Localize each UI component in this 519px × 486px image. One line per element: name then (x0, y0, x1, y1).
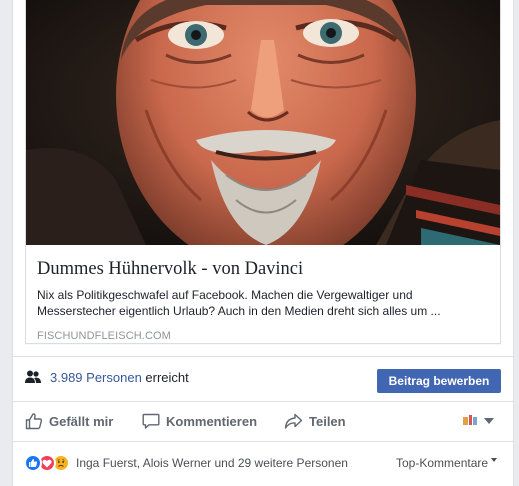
link-preview-image[interactable] (26, 0, 500, 245)
link-preview-card[interactable]: Dummes Hühnervolk - von Davinci Nix als … (25, 0, 501, 344)
like-reaction-icon (24, 454, 42, 472)
divider (13, 401, 513, 402)
link-title[interactable]: Dummes Hühnervolk - von Davinci (37, 258, 488, 280)
reach-text: 3.989 Personen erreicht (50, 370, 189, 386)
share-label: Teilen (309, 413, 346, 429)
top-comments-label: Top-Kommentare (396, 456, 489, 470)
post-actions: Gefällt mir Kommentieren Teilen (13, 404, 513, 438)
link-description: Nix als Politikgeschwafel auf Facebook. … (37, 288, 441, 318)
share-arrow-icon (284, 413, 303, 429)
reach-suffix: erreicht (145, 370, 189, 385)
comment-button[interactable]: Kommentieren (142, 410, 257, 432)
boost-post-button[interactable]: Beitrag bewerben (377, 369, 501, 393)
chevron-down-icon (491, 458, 498, 462)
like-label: Gefällt mir (49, 413, 114, 429)
share-button[interactable]: Teilen (284, 410, 346, 432)
top-comments-sort[interactable]: Top-Kommentare (396, 455, 498, 471)
reactions-row: Inga Fuerst, Alois Werner und 29 weitere… (13, 448, 513, 478)
audience-selector[interactable] (462, 414, 494, 428)
page-avatar-icon (463, 415, 477, 425)
comment-label: Kommentieren (166, 413, 258, 429)
thumbs-up-icon (25, 413, 43, 430)
divider (13, 441, 513, 442)
people-icon (25, 370, 41, 383)
speech-bubble-icon (142, 413, 160, 429)
reaction-summary[interactable]: Inga Fuerst, Alois Werner und 29 weitere… (76, 455, 348, 471)
divider (13, 356, 513, 357)
reach-row: 3.989 Personen erreicht Beitrag bewerben (13, 362, 513, 398)
portrait-artwork-icon (26, 0, 500, 245)
link-preview-info[interactable]: Dummes Hühnervolk - von Davinci Nix als … (26, 245, 500, 344)
like-button[interactable]: Gefällt mir (25, 410, 113, 432)
reaction-icons[interactable] (24, 454, 72, 472)
link-domain: FISCHUNDFLEISCH.COM (37, 330, 171, 342)
chevron-down-icon (484, 418, 494, 424)
post-card: Dummes Hühnervolk - von Davinci Nix als … (12, 0, 514, 486)
reach-count[interactable]: 3.989 Personen (50, 370, 142, 385)
